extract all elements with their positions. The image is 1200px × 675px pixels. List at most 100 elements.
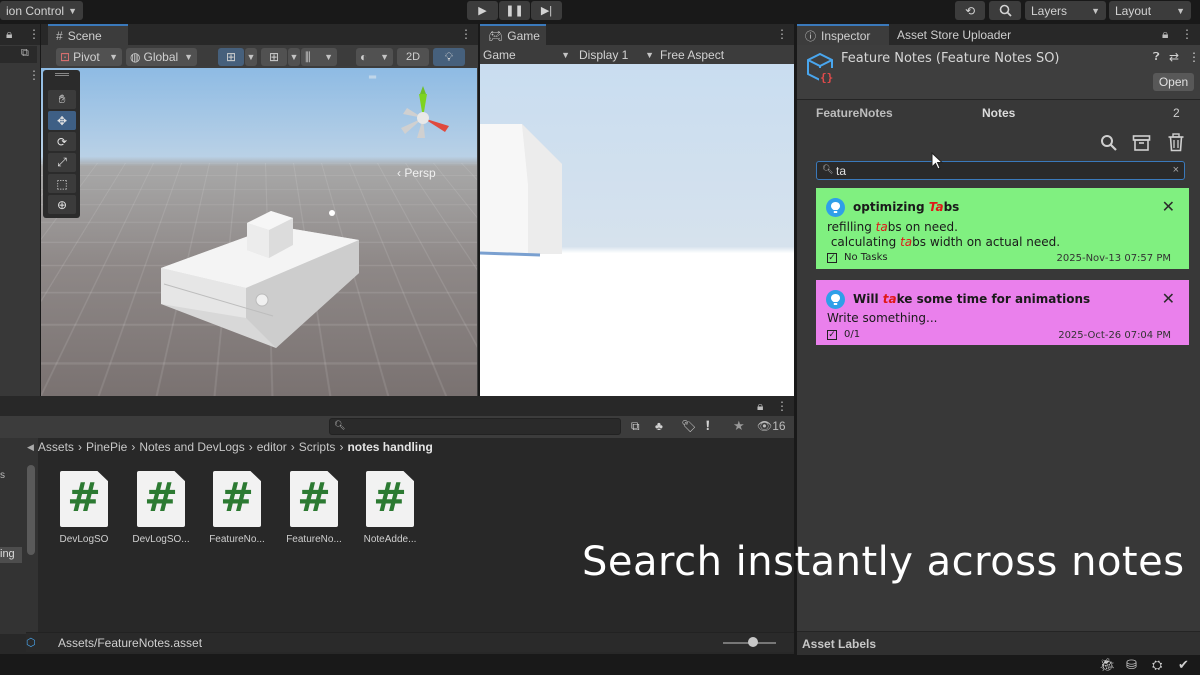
grid-dropdown[interactable]: ▼ xyxy=(245,48,257,66)
undo-history-button[interactable]: ⟲ xyxy=(955,1,985,20)
search-button[interactable] xyxy=(989,1,1021,20)
folder-tree-item-selected[interactable]: ing xyxy=(0,548,15,560)
display-dropdown[interactable]: Display 1 ▼ xyxy=(579,46,654,64)
game-mode-dropdown[interactable]: Game ▼ xyxy=(483,46,570,64)
star-icon[interactable]: ★ xyxy=(733,418,745,434)
database-icon[interactable]: ⛁ xyxy=(1126,657,1137,673)
slider-handle[interactable] xyxy=(748,637,758,647)
lock-icon[interactable]: 🔒︎ xyxy=(757,399,763,414)
asset-labels-bar[interactable]: Asset Labels xyxy=(797,631,1200,655)
play-button[interactable]: ▶ xyxy=(467,1,498,20)
kebab-menu-icon[interactable]: ⋮ xyxy=(28,27,40,41)
label-icon[interactable]: 🏷︎ xyxy=(681,419,696,433)
trash-icon[interactable] xyxy=(1167,133,1185,152)
preset-icon[interactable]: ⇄ xyxy=(1169,50,1179,64)
tab-scene[interactable]: # Scene xyxy=(48,24,128,45)
hand-tool-button[interactable]: ✋︎ xyxy=(48,90,76,109)
align-icon: ⫼ xyxy=(305,50,311,65)
search-by-type-icon[interactable]: ⧉ xyxy=(631,419,640,434)
breadcrumb-item[interactable]: Assets xyxy=(38,440,74,454)
aspect-dropdown[interactable]: Free Aspect xyxy=(660,46,794,64)
close-icon[interactable]: ✕ xyxy=(1162,289,1175,308)
check-circle-icon[interactable]: ✔ xyxy=(1178,657,1189,673)
note-title: Will take some time for animations xyxy=(853,292,1090,306)
note-card[interactable]: Will take some time for animations ✕ Wri… xyxy=(816,280,1189,345)
2d-toggle[interactable]: 2D xyxy=(397,48,429,66)
kebab-menu-icon[interactable]: ⋮ xyxy=(776,399,788,413)
breadcrumb-current[interactable]: notes handling xyxy=(347,440,432,454)
tab-asset-store-uploader[interactable]: Asset Store Uploader xyxy=(889,24,1029,45)
asset-item[interactable]: # FeatureNo... xyxy=(202,471,272,545)
debug-icon[interactable]: ⛭ xyxy=(1152,657,1162,673)
asset-item[interactable]: # NoteAdde... xyxy=(355,471,425,545)
scene-viewport[interactable]: ‹ Persp ═ ✋︎ ✥ ⟳ ⤢ ⬚ ⊕ xyxy=(41,68,477,396)
pause-button[interactable]: ❚❚ xyxy=(499,1,530,20)
chevron-right-icon: › xyxy=(249,440,253,454)
snap-dropdown[interactable]: ▼ xyxy=(288,48,300,66)
grid-snap-button[interactable]: ⊞ xyxy=(218,48,244,66)
tab-game[interactable]: 🎮︎ Game xyxy=(480,24,546,45)
asset-item[interactable]: # FeatureNo... xyxy=(279,471,349,545)
lighting-toggle[interactable]: 💡︎ xyxy=(433,48,465,66)
breadcrumb-item[interactable]: Scripts xyxy=(299,440,336,454)
rect-tool-button[interactable]: ⬚ xyxy=(48,174,76,193)
game-objects xyxy=(480,64,794,396)
note-card[interactable]: optimizing Tabs ✕ refilling tabs on need… xyxy=(816,188,1189,269)
note-tasks: ✓ No Tasks xyxy=(827,252,888,263)
chevron-down-icon: ▼ xyxy=(1091,6,1100,16)
persp-label[interactable]: ‹ Persp xyxy=(397,166,436,180)
folder-tree-item[interactable]: s xyxy=(0,470,5,481)
tab-inspector[interactable]: ⓘ Inspector xyxy=(797,24,889,45)
hidden-packages-toggle[interactable]: 👁︎16 xyxy=(757,419,786,433)
scrollbar[interactable] xyxy=(27,465,35,555)
open-button[interactable]: Open xyxy=(1153,73,1194,91)
filter-type-icon[interactable]: ♣ xyxy=(655,419,663,433)
aspect-label: Free Aspect xyxy=(660,48,724,62)
kebab-menu-icon[interactable]: ⋮ xyxy=(776,27,788,41)
breadcrumb-item[interactable]: Notes and DevLogs xyxy=(139,440,244,454)
draw-mode-dropdown[interactable]: ◐ ▼ xyxy=(356,48,393,66)
project-search-input[interactable]: 🔍︎ xyxy=(329,418,621,435)
kebab-menu-icon[interactable]: ⋮ xyxy=(28,68,40,82)
search-icon[interactable] xyxy=(1100,134,1118,152)
close-icon[interactable]: ✕ xyxy=(1162,197,1175,216)
folder-tree[interactable]: s ing xyxy=(0,438,38,634)
lock-icon[interactable]: 🔒︎ xyxy=(1162,27,1168,42)
checkbox-icon[interactable]: ✓ xyxy=(827,253,837,263)
create-icon[interactable]: ⧉ xyxy=(21,47,29,60)
game-viewport[interactable] xyxy=(480,64,794,396)
notes-search-field[interactable]: 🔍︎ ta × xyxy=(816,161,1185,180)
transform-tool-button[interactable]: ⊕ xyxy=(48,195,76,214)
checkbox-icon[interactable]: ✓ xyxy=(827,330,837,340)
clear-search-icon[interactable]: × xyxy=(1173,164,1179,176)
snap-increment-button[interactable]: ⊞ xyxy=(261,48,287,66)
scale-tool-button[interactable]: ⤢ xyxy=(48,153,76,172)
archive-icon[interactable] xyxy=(1132,134,1151,152)
align-dropdown[interactable]: ⫼ ▼ xyxy=(301,48,337,66)
help-icon[interactable]: ❓︎ xyxy=(1153,51,1160,64)
layers-dropdown[interactable]: Layers ▼ xyxy=(1025,1,1106,20)
global-dropdown[interactable]: ◍ Global ▼ xyxy=(126,48,197,66)
step-button[interactable]: ▶| xyxy=(531,1,562,20)
rotate-tool-button[interactable]: ⟳ xyxy=(48,132,76,151)
inspector-object-title: Feature Notes (Feature Notes SO) xyxy=(841,51,1060,66)
game-panel: 🎮︎ Game ⋮ Game ▼ Display 1 ▼ Free Aspect xyxy=(480,24,794,64)
status-bar: 🐞︎ ⛁ ⛭ ✔ xyxy=(0,655,1200,675)
breadcrumb-item[interactable]: PinePie xyxy=(86,440,127,454)
pivot-dropdown[interactable]: ⊡ Pivot ▼ xyxy=(56,48,122,66)
bug-icon[interactable]: 🐞︎ xyxy=(1099,657,1116,673)
kebab-menu-icon[interactable]: ⋮ xyxy=(1181,27,1193,41)
asset-item[interactable]: # DevLogSO xyxy=(49,471,119,545)
layout-dropdown[interactable]: Layout ▼ xyxy=(1109,1,1191,20)
kebab-menu-icon[interactable]: ⋮ xyxy=(1188,50,1200,64)
move-tool-button[interactable]: ✥ xyxy=(48,111,76,130)
orientation-gizmo[interactable] xyxy=(393,76,453,156)
layout-label: Layout xyxy=(1115,4,1151,18)
asset-item[interactable]: # DevLogSO... xyxy=(126,471,196,545)
lock-icon[interactable]: 🔒︎ xyxy=(6,27,12,42)
breadcrumb-item[interactable]: editor xyxy=(257,440,287,454)
overlay-menu-icon[interactable]: ═ xyxy=(369,72,376,83)
version-control-dropdown[interactable]: ion Control ▼ xyxy=(0,1,83,20)
kebab-menu-icon[interactable]: ⋮ xyxy=(460,27,472,41)
warning-icon[interactable]: ❗︎ xyxy=(706,418,710,434)
